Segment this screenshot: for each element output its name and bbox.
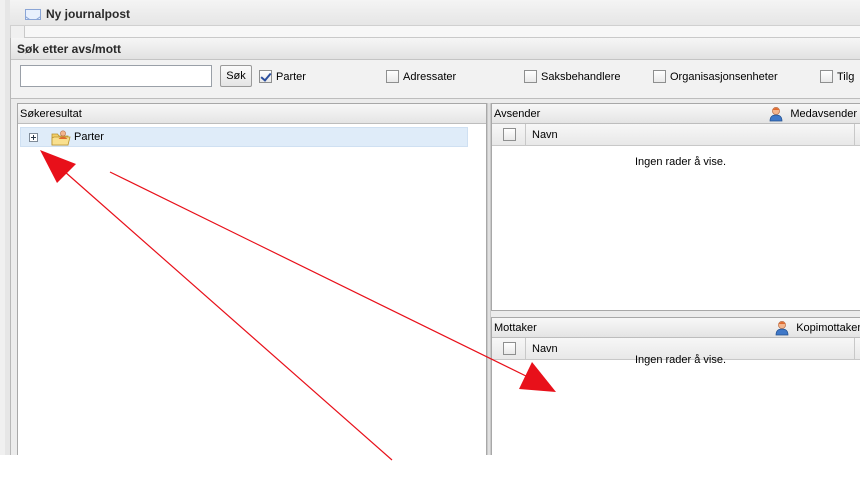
filter-tilg-label: Tilg <box>837 70 855 83</box>
dialog-titlebar[interactable]: Søk etter avs/mott <box>11 38 860 60</box>
add-co-sender-button[interactable]: Medavsender <box>768 106 857 122</box>
sender-header: Avsender Medavsender <box>492 104 860 124</box>
add-co-sender-label: Medavsender <box>790 108 857 120</box>
panels-area: Søkeresultat Parter Avsender Medavsender… <box>11 98 860 456</box>
checkbox-organisasjonsenheter[interactable] <box>653 70 666 83</box>
sender-grid-header: Navn <box>492 124 860 146</box>
filter-adressater-label: Adressater <box>403 70 457 83</box>
sender-panel: Avsender Medavsender Navn Ingen rader å … <box>491 103 860 311</box>
search-results-header: Søkeresultat <box>18 104 486 124</box>
search-button[interactable]: Søk <box>220 65 252 87</box>
expand-plus-icon[interactable] <box>29 133 38 142</box>
filter-parter-label: Parter <box>276 70 306 83</box>
sender-title: Avsender <box>494 108 541 120</box>
add-cc-recipient-button[interactable]: Kopimottaker <box>774 320 860 336</box>
mail-icon <box>25 8 41 20</box>
search-results-panel: Søkeresultat Parter <box>17 103 487 456</box>
person-icon <box>769 107 783 122</box>
filter-organisasjonsenheter-label: Organisasjonsenheter <box>670 70 778 83</box>
blank-area <box>0 455 860 484</box>
select-all-senders-checkbox[interactable] <box>503 128 516 141</box>
filter-adressater[interactable]: Adressater <box>386 69 456 84</box>
add-cc-recipient-label: Kopimottaker <box>796 322 860 334</box>
folder-person-icon <box>51 130 71 146</box>
filter-saksbehandlere-label: Saksbehandlere <box>541 70 621 83</box>
column-header-name[interactable]: Navn <box>532 129 558 141</box>
filter-tilg[interactable]: Tilg <box>820 69 854 84</box>
search-bar: Søk Parter Adressater Saksbehandlere Org… <box>11 60 860 94</box>
dialog-title: Søk etter avs/mott <box>17 42 122 56</box>
filter-parter[interactable]: Parter <box>259 69 306 84</box>
search-input[interactable] <box>20 65 212 87</box>
tree-node-label: Parter <box>74 131 104 143</box>
checkbox-adressater[interactable] <box>386 70 399 83</box>
filter-saksbehandlere[interactable]: Saksbehandlere <box>524 69 621 84</box>
sender-empty-message: Ingen rader å vise. <box>634 156 727 168</box>
recipient-title: Mottaker <box>494 322 537 334</box>
recipient-header: Mottaker Kopimottaker <box>492 318 860 338</box>
recipient-empty-message: Ingen rader å vise. <box>634 354 727 366</box>
checkbox-tilg[interactable] <box>820 70 833 83</box>
search-dialog: Søk etter avs/mott Søk Parter Adressater… <box>10 38 860 456</box>
tree-node-parter[interactable]: Parter <box>20 127 468 147</box>
search-results-title: Søkeresultat <box>20 108 82 120</box>
background-window-title: Ny journalpost <box>25 6 130 22</box>
column-separator <box>525 124 526 146</box>
background-window-titlebar: Ny journalpost <box>10 0 860 26</box>
checkbox-parter[interactable] <box>259 70 272 83</box>
column-separator <box>854 124 855 146</box>
checkbox-saksbehandlere[interactable] <box>524 70 537 83</box>
background-field <box>24 26 860 38</box>
background-window-title-text: Ny journalpost <box>46 7 131 21</box>
person-icon <box>775 321 789 336</box>
recipient-panel: Mottaker Kopimottaker Navn Ingen rader å… <box>491 317 860 456</box>
filter-organisasjonsenheter[interactable]: Organisasjonsenheter <box>653 69 778 84</box>
